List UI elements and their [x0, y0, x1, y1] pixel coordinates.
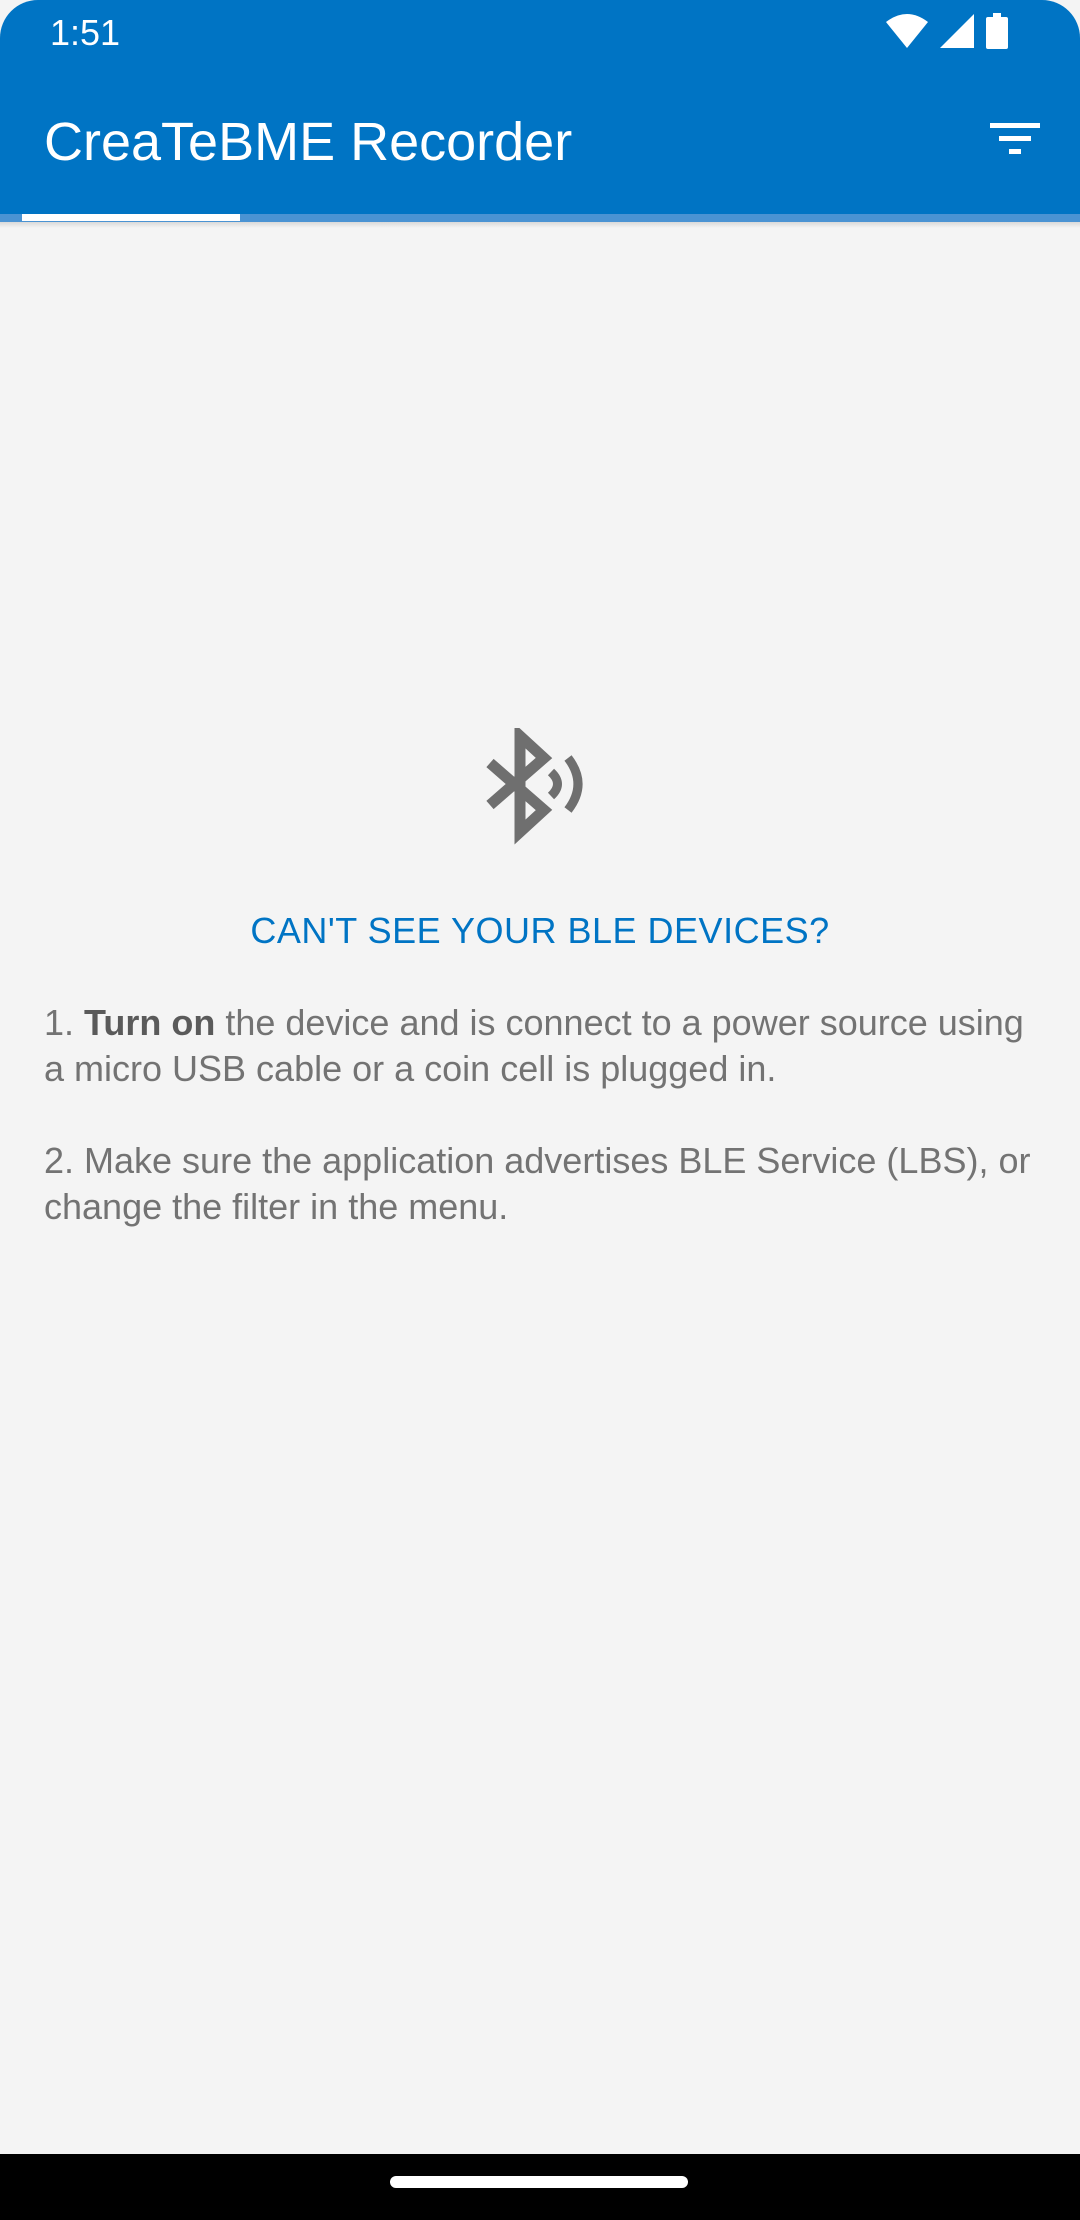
status-icons: [886, 12, 1008, 54]
battery-icon: [986, 12, 1008, 54]
app-bar-shadow: [0, 222, 1080, 228]
bluetooth-searching-icon: [484, 723, 596, 846]
instruction-step-1: 1. Turn on the device and is connect to …: [44, 1000, 1044, 1092]
status-bar: 1:51: [0, 0, 1080, 66]
filter-button[interactable]: [980, 106, 1050, 176]
step-1-number: 1.: [44, 1002, 85, 1043]
wifi-icon: [886, 13, 928, 53]
app-title: CreaTeBME Recorder: [44, 112, 573, 172]
instructions: 1. Turn on the device and is connect to …: [44, 1000, 1044, 1276]
status-time: 1:51: [50, 12, 121, 53]
step-1-emphasis: Turn on: [84, 1002, 216, 1043]
filter-icon: [988, 119, 1042, 164]
scanner-screen: 1:51 CreaTeBME Recorder CAN'T SEE YOUR B…: [0, 0, 1080, 2220]
instruction-step-2: 2. Make sure the application advertises …: [44, 1140, 1031, 1227]
empty-state-headline: CAN'T SEE YOUR BLE DEVICES?: [250, 910, 830, 951]
app-bar: CreaTeBME Recorder: [0, 66, 1080, 216]
tab-indicator: [22, 214, 240, 221]
home-gesture-handle[interactable]: [390, 2176, 688, 2188]
cell-signal-icon: [940, 13, 974, 53]
